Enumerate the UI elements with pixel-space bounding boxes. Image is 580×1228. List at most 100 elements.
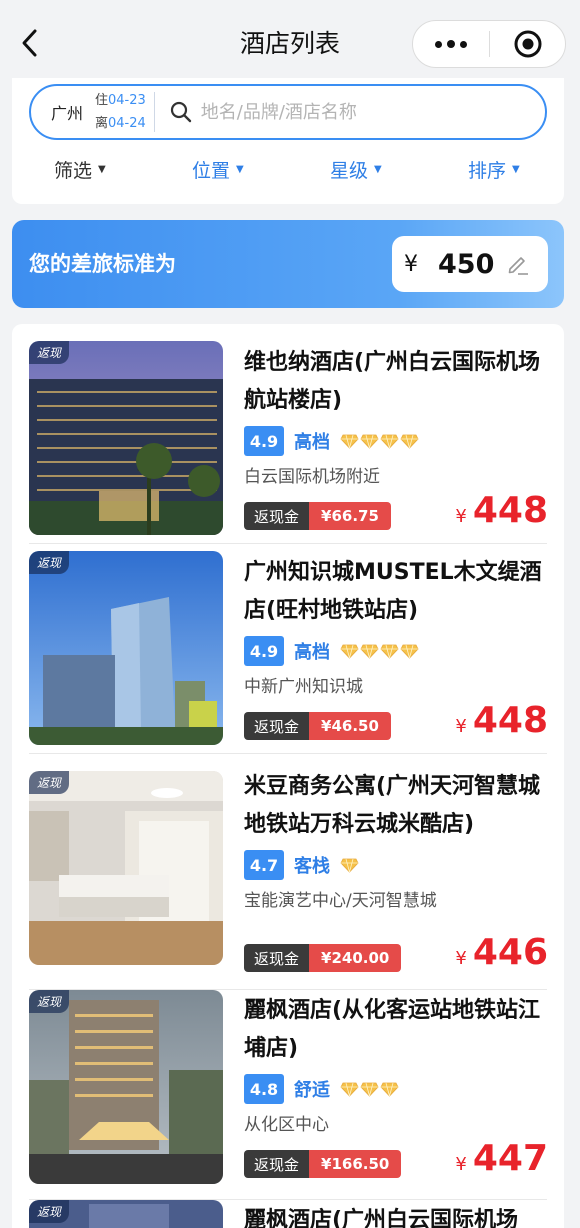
search-input[interactable] <box>200 101 481 123</box>
price-value: 448 <box>472 700 548 741</box>
cashback-amount: 返现金 ¥66.75 <box>244 502 391 530</box>
diamond-icon <box>380 1082 399 1097</box>
price-currency: ¥ <box>455 1154 467 1175</box>
cashback-label: 返现金 <box>244 944 310 972</box>
diamond-icon <box>400 434 419 449</box>
hotel-score: 4.7 <box>244 850 284 880</box>
filter-bar: 筛选 ▼ 位置 ▼ 星级 ▼ 排序 ▼ <box>12 156 564 190</box>
filter-label: 位置 <box>192 160 231 182</box>
cashback-value: ¥240.00 <box>309 944 402 972</box>
hotel-grade: 高档 <box>294 642 330 663</box>
diamond-icon <box>400 644 419 659</box>
diamond-icon <box>360 434 379 449</box>
hotel-info: 广州知识城MUSTEL木文缇酒店(旺村地铁站店) 4.9 高档 中新广州知识城 <box>244 554 556 702</box>
hotel-name: 维也纳酒店(广州白云国际机场航站楼店) <box>244 350 541 413</box>
mini-program-capsule <box>412 20 566 68</box>
checkout-date: 04-24 <box>108 116 146 131</box>
diamond-rating <box>340 857 359 873</box>
hotel-photo: 返现 <box>29 341 223 535</box>
price-currency: ¥ <box>455 948 467 969</box>
diamond-icon <box>380 434 399 449</box>
hotel-photo: 返现 <box>29 990 223 1184</box>
hotel-name: 麗枫酒店(从化客运站地铁站江埔店) <box>244 998 541 1061</box>
caret-down-icon: ▼ <box>98 164 106 175</box>
date-selector[interactable]: 住04-23 离04-24 <box>95 89 146 135</box>
hotel-info: 米豆商务公寓(广州天河智慧城地铁站万科云城米酷店) 4.7 客栈 宝能演艺中心/… <box>244 768 556 916</box>
hotel-price: ¥ 448 <box>455 490 548 531</box>
hotel-info: 麗枫酒店(广州白云国际机场 <box>244 1202 556 1228</box>
checkout-label: 离 <box>95 116 109 131</box>
hotel-price: ¥ 446 <box>455 932 548 973</box>
more-button[interactable] <box>413 21 489 67</box>
hotel-card[interactable]: 返现 维也纳酒店(广州白云国际机场航站楼店) 4.9 高档 白云国际机场附近 返… <box>12 324 564 544</box>
search-divider <box>153 92 155 132</box>
hotel-grade: 客栈 <box>294 856 330 877</box>
cashback-label: 返现金 <box>244 1150 310 1178</box>
filter-sort[interactable]: 排序 ▼ <box>468 156 520 183</box>
cashback-label: 返现金 <box>244 712 310 740</box>
diamond-rating <box>340 433 419 449</box>
cashback-amount: 返现金 ¥46.50 <box>244 712 391 740</box>
caret-down-icon: ▼ <box>374 164 382 175</box>
edit-pencil-icon[interactable] <box>506 252 530 276</box>
cashback-badge: 返现 <box>29 551 70 574</box>
diamond-icon <box>340 644 359 659</box>
diamond-icon <box>340 1082 359 1097</box>
hotel-location: 中新广州知识城 <box>244 677 363 697</box>
price-value: 448 <box>472 490 548 531</box>
filter-label: 排序 <box>468 160 507 182</box>
hotel-info: 维也纳酒店(广州白云国际机场航站楼店) 4.9 高档 白云国际机场附近 <box>244 344 556 492</box>
hotel-score: 4.9 <box>244 426 284 456</box>
cashback-badge: 返现 <box>29 771 70 794</box>
hotel-name: 麗枫酒店(广州白云国际机场 <box>244 1208 519 1228</box>
hotel-card[interactable]: 返现 麗枫酒店(广州白云国际机场 <box>12 1200 564 1228</box>
hotel-name: 广州知识城MUSTEL木文缇酒店(旺村地铁站店) <box>244 560 542 623</box>
nav-bar: 酒店列表 <box>0 0 580 84</box>
currency-symbol: ¥ <box>404 251 418 277</box>
diamond-icon <box>340 434 359 449</box>
search-bar[interactable]: 广州 住04-23 离04-24 <box>29 84 547 140</box>
hotel-price: ¥ 447 <box>455 1138 548 1179</box>
diamond-icon <box>360 1082 379 1097</box>
hotel-card[interactable]: 返现 广州知识城MUSTEL木文缇酒店(旺村地铁站店) 4.9 高档 中新广州知… <box>12 544 564 754</box>
cashback-badge: 返现 <box>29 990 70 1013</box>
travel-standard-label: 您的差旅标准为 <box>29 252 176 276</box>
hotel-list: 返现 维也纳酒店(广州白云国际机场航站楼店) 4.9 高档 白云国际机场附近 返… <box>12 324 564 1228</box>
hotel-photo: 返现 <box>29 771 223 965</box>
hotel-score: 4.8 <box>244 1074 284 1104</box>
hotel-card[interactable]: 返现 麗枫酒店(从化客运站地铁站江埔店) 4.8 舒适 从化区中心 返现金 ¥1… <box>12 990 564 1200</box>
hotel-photo: 返现 <box>29 1200 223 1228</box>
filter-screen[interactable]: 筛选 ▼ <box>54 156 106 183</box>
cashback-value: ¥166.50 <box>309 1150 402 1178</box>
price-currency: ¥ <box>455 716 467 737</box>
hotel-grade: 高档 <box>294 432 330 453</box>
hotel-grade: 舒适 <box>294 1080 330 1101</box>
checkin-date: 04-23 <box>108 93 146 108</box>
travel-standard-amount[interactable]: ¥ 450 <box>392 236 548 292</box>
filter-label: 星级 <box>330 160 369 182</box>
hotel-location: 从化区中心 <box>244 1115 329 1135</box>
hotel-price: ¥ 448 <box>455 700 548 741</box>
search-card: 广州 住04-23 离04-24 筛选 ▼ 位置 ▼ 星级 ▼ 排序 ▼ <box>12 78 564 204</box>
filter-location[interactable]: 位置 ▼ <box>192 156 244 183</box>
hotel-info: 麗枫酒店(从化客运站地铁站江埔店) 4.8 舒适 从化区中心 <box>244 992 556 1140</box>
cashback-amount: 返现金 ¥166.50 <box>244 1150 402 1178</box>
price-value: 447 <box>472 1138 548 1179</box>
hotel-card[interactable]: 返现 米豆商务公寓(广州天河智慧城地铁站万科云城米酷店) 4.7 客栈 宝能演艺… <box>12 754 564 990</box>
filter-star[interactable]: 星级 ▼ <box>330 156 382 183</box>
travel-standard-banner: 您的差旅标准为 ¥ 450 <box>12 220 564 308</box>
filter-label: 筛选 <box>54 160 93 182</box>
caret-down-icon: ▼ <box>512 164 520 175</box>
diamond-icon <box>380 644 399 659</box>
search-icon <box>170 101 191 123</box>
city-selector[interactable]: 广州 <box>51 100 95 124</box>
diamond-icon <box>360 644 379 659</box>
cashback-badge: 返现 <box>29 341 70 364</box>
hotel-name: 米豆商务公寓(广州天河智慧城地铁站万科云城米酷店) <box>244 774 541 837</box>
cashback-label: 返现金 <box>244 502 310 530</box>
cashback-value: ¥66.75 <box>309 502 391 530</box>
caret-down-icon: ▼ <box>236 164 244 175</box>
close-button[interactable] <box>490 21 565 67</box>
standard-amount-value: 450 <box>438 248 495 280</box>
hotel-photo: 返现 <box>29 551 223 745</box>
